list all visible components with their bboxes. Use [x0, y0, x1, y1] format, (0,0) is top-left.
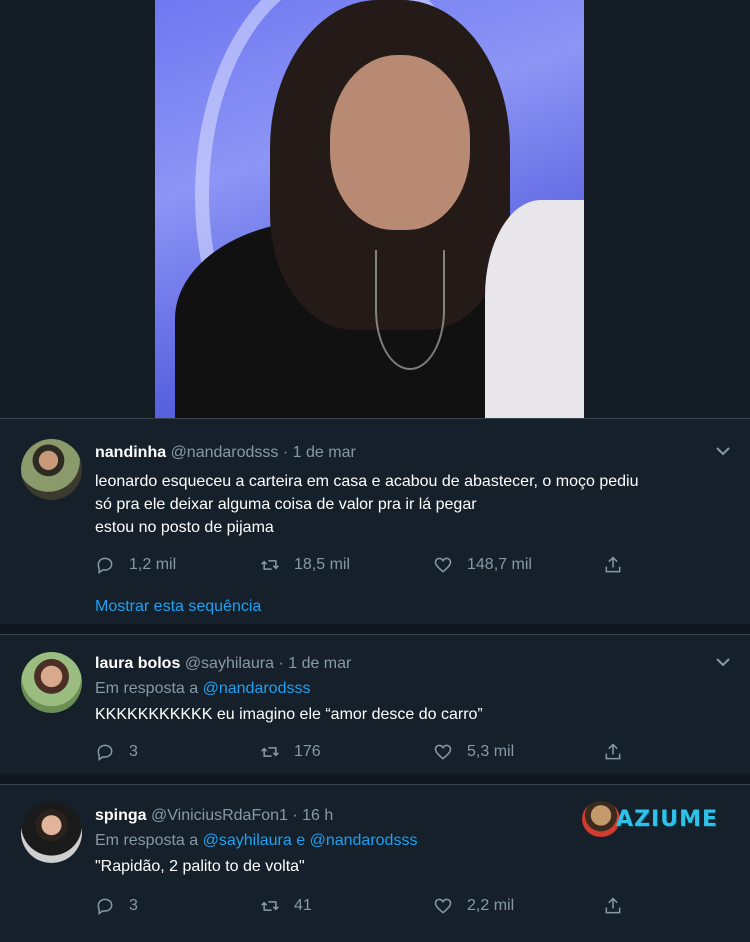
tweet-header: nandinha @nandarodsss · 1 de mar: [95, 444, 356, 461]
like-icon: [434, 898, 452, 914]
retweet-icon: [261, 560, 279, 570]
retweet-count: 41: [294, 897, 312, 914]
display-name[interactable]: nandinha: [95, 444, 166, 461]
like-icon: [434, 744, 452, 760]
share-icon: [605, 743, 621, 760]
tweet-date[interactable]: 1 de mar: [293, 444, 356, 461]
reply-count: 3: [129, 897, 138, 914]
reply-button[interactable]: 1,2 mil: [95, 553, 176, 577]
share-button[interactable]: [603, 740, 637, 764]
like-button[interactable]: 148,7 mil: [433, 553, 532, 577]
reply-icon: [97, 557, 113, 574]
like-count: 148,7 mil: [467, 556, 532, 573]
tweet-header: laura bolos @sayhilaura · 1 de mar: [95, 655, 352, 672]
show-thread-link[interactable]: Mostrar esta sequência: [95, 598, 261, 616]
mention-link[interactable]: @sayhilaura: [203, 832, 292, 849]
avatar[interactable]: [21, 802, 82, 863]
tweet[interactable]: laura bolos @sayhilaura · 1 de mar Em re…: [0, 634, 750, 784]
mention-link[interactable]: @nandarodsss: [203, 680, 311, 697]
tweet-text: leonardo esqueceu a carteira em casa e a…: [95, 473, 639, 536]
reply-button[interactable]: 3: [95, 894, 138, 918]
retweet-button[interactable]: 176: [260, 740, 321, 764]
user-handle[interactable]: @nandarodsss: [171, 444, 279, 461]
share-icon: [605, 556, 621, 573]
retweet-icon: [261, 747, 279, 757]
reply-context: Em resposta a @sayhilaura e @nandarodsss: [95, 832, 418, 849]
tweet-actions: 3 176 5,3 mil: [95, 740, 655, 764]
tweet-text: "Rapidão, 2 palito to de volta": [95, 858, 305, 875]
like-count: 5,3 mil: [467, 743, 515, 760]
reply-icon: [97, 744, 113, 761]
tweet[interactable]: AZIUME spinga @ViniciusRdaFon1 · 16 h Em…: [0, 784, 750, 942]
reply-count: 3: [129, 743, 138, 760]
tweet-text: KKKKKKKKKKK eu imagino ele “amor desce d…: [95, 706, 483, 723]
retweet-count: 18,5 mil: [294, 556, 351, 573]
tweet-actions: 1,2 mil 18,5 mil 148,7 mil: [95, 553, 655, 577]
display-name[interactable]: laura bolos: [95, 655, 180, 672]
retweet-button[interactable]: 41: [260, 894, 312, 918]
like-count: 2,2 mil: [467, 897, 515, 914]
display-name[interactable]: spinga: [95, 807, 147, 824]
share-button[interactable]: [603, 553, 637, 577]
tweet-date[interactable]: 1 de mar: [288, 655, 351, 672]
tweet-media-area: [0, 0, 750, 418]
tweet[interactable]: nandinha @nandarodsss · 1 de mar leonard…: [0, 418, 750, 634]
share-icon: [605, 897, 621, 914]
tweet-actions: 3 41 2,2 mil: [95, 894, 655, 918]
reply-button[interactable]: 3: [95, 740, 138, 764]
mention-link[interactable]: @nandarodsss: [310, 832, 418, 849]
tweet-date[interactable]: 16 h: [302, 807, 333, 824]
like-icon: [434, 557, 452, 573]
retweet-icon: [261, 901, 279, 911]
user-handle[interactable]: @sayhilaura: [185, 655, 274, 672]
retweet-button[interactable]: 18,5 mil: [260, 553, 350, 577]
user-handle[interactable]: @ViniciusRdaFon1: [151, 807, 288, 824]
tweet-media-image[interactable]: [155, 0, 584, 418]
avatar[interactable]: [21, 652, 82, 713]
like-button[interactable]: 5,3 mil: [433, 740, 514, 764]
avatar[interactable]: [21, 439, 82, 500]
tweet-header: spinga @ViniciusRdaFon1 · 16 h: [95, 807, 334, 824]
reply-icon: [97, 898, 113, 915]
share-button[interactable]: [603, 894, 637, 918]
retweet-count: 176: [294, 743, 321, 760]
like-button[interactable]: 2,2 mil: [433, 894, 514, 918]
reply-count: 1,2 mil: [129, 556, 177, 573]
reply-context: Em resposta a @nandarodsss: [95, 680, 311, 697]
